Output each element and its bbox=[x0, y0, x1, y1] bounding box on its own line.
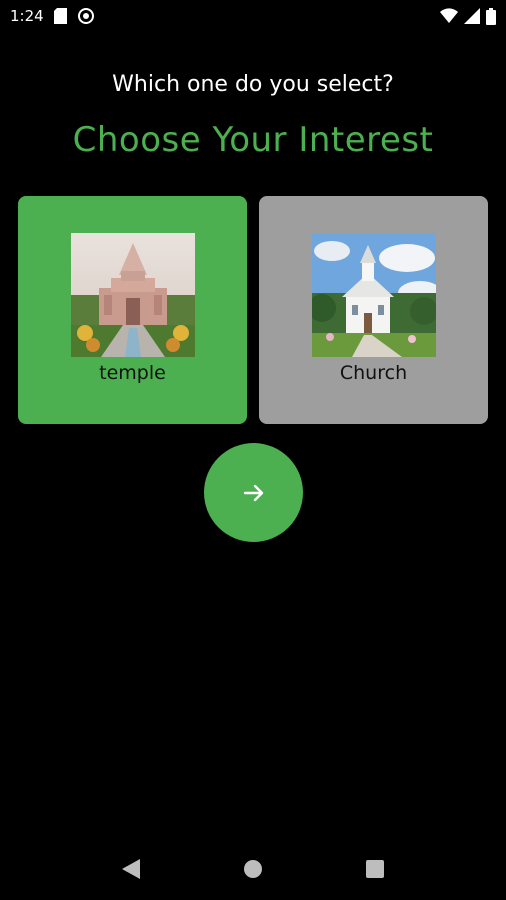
home-icon bbox=[243, 859, 263, 879]
question-subtitle: Which one do you select? bbox=[112, 72, 394, 97]
option-card-church[interactable]: Church bbox=[259, 196, 488, 424]
page-title: Choose Your Interest bbox=[72, 120, 434, 160]
status-right bbox=[440, 7, 496, 25]
temple-photo bbox=[71, 233, 195, 357]
battery-icon bbox=[486, 7, 496, 25]
sd-card-icon bbox=[53, 8, 67, 24]
cellular-signal-icon bbox=[464, 8, 480, 24]
option-label-temple: temple bbox=[99, 362, 166, 384]
arrow-right-icon bbox=[242, 481, 266, 505]
navigation-bar bbox=[0, 838, 506, 900]
recents-icon bbox=[366, 860, 384, 878]
option-label-church: Church bbox=[339, 362, 408, 384]
next-button[interactable] bbox=[204, 443, 303, 542]
status-bar: 1:24 bbox=[0, 0, 506, 32]
back-icon bbox=[122, 859, 140, 879]
status-left: 1:24 bbox=[10, 7, 95, 25]
home-button[interactable] bbox=[233, 849, 273, 889]
wifi-icon bbox=[440, 8, 458, 24]
recents-button[interactable] bbox=[355, 849, 395, 889]
church-photo bbox=[312, 233, 436, 357]
status-time: 1:24 bbox=[10, 7, 44, 25]
sync-icon bbox=[77, 7, 95, 25]
option-card-temple[interactable]: temple bbox=[18, 196, 247, 424]
back-button[interactable] bbox=[111, 849, 151, 889]
